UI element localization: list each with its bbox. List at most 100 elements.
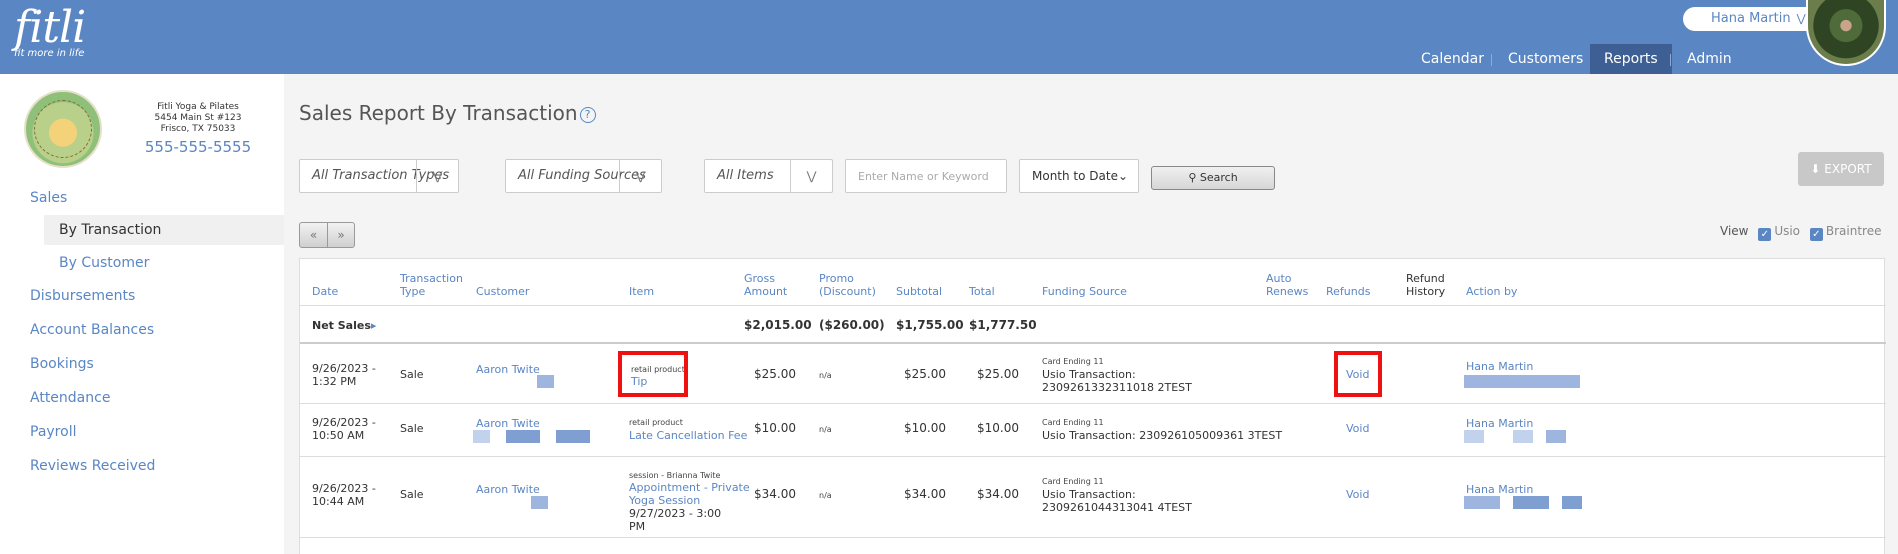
redacted-block <box>1562 496 1582 509</box>
pager: «» <box>299 222 355 248</box>
header-customer[interactable]: Customer <box>476 285 529 298</box>
sidebar-item-reviews[interactable]: Reviews Received <box>30 458 155 474</box>
header-auto-line1[interactable]: Auto <box>1266 272 1292 285</box>
header-gross-line2[interactable]: Amount <box>744 285 787 298</box>
chevron-down-icon: ⋁ <box>1796 12 1806 25</box>
sidebar-item-disbursements[interactable]: Disbursements <box>30 288 135 304</box>
redacted-block <box>537 375 554 388</box>
header-type-line2[interactable]: Type <box>400 285 425 298</box>
prev-page-button[interactable]: « <box>300 223 327 247</box>
header-item[interactable]: Item <box>629 285 654 298</box>
row-total: $34.00 <box>977 487 1019 501</box>
highlight-box <box>1334 351 1382 397</box>
void-button[interactable]: Void <box>1346 488 1369 501</box>
keyword-search-input[interactable] <box>845 159 1007 193</box>
row-customer-link[interactable]: Aaron Twite <box>476 483 540 496</box>
row-date-line1: 9/26/2023 - <box>312 416 376 429</box>
highlight-box <box>618 351 688 397</box>
row-card: Card Ending 11 <box>1042 477 1104 486</box>
row-customer-link[interactable]: Aaron Twite <box>476 417 540 430</box>
row-action-by-link[interactable]: Hana Martin <box>1466 360 1533 373</box>
sidebar-item-by-customer[interactable]: By Customer <box>44 248 284 278</box>
items-filter[interactable]: All Items ⋁ <box>704 159 833 193</box>
row-action-by-link[interactable]: Hana Martin <box>1466 417 1533 430</box>
export-button[interactable]: ⬇ EXPORT <box>1798 152 1884 186</box>
period-select[interactable]: Month to Date ⌄ <box>1019 159 1139 193</box>
studio-info: Fitli Yoga & Pilates 5454 Main St #123 F… <box>130 102 266 157</box>
view-toggle: View ✓ Usio ✓ Braintree <box>1720 224 1881 241</box>
row-funding-line2: 2309261332311018 2TEST <box>1042 381 1192 394</box>
row-item-line4: PM <box>629 520 646 533</box>
row-total: $10.00 <box>977 421 1019 435</box>
row-customer-link[interactable]: Aaron Twite <box>476 363 540 376</box>
row-item-line3: 9/27/2023 - 3:00 <box>629 507 722 520</box>
row-item-line2[interactable]: Yoga Session <box>629 494 700 507</box>
braintree-checkbox[interactable]: ✓ <box>1809 228 1823 241</box>
transaction-type-filter[interactable]: All Transaction Types ⋁ <box>299 159 459 193</box>
row-divider <box>300 537 1886 538</box>
funding-source-filter[interactable]: All Funding Sources ⋁ <box>505 159 662 193</box>
net-sales-label: Net Sales <box>312 319 371 332</box>
net-total: $1,777.50 <box>969 318 1037 332</box>
usio-label: Usio <box>1774 224 1801 238</box>
header-type-line1[interactable]: Transaction <box>400 272 463 285</box>
row-action-by-link[interactable]: Hana Martin <box>1466 483 1533 496</box>
row-promo: n/a <box>819 425 832 434</box>
next-page-button[interactable]: » <box>327 223 354 247</box>
nav-divider <box>1491 54 1492 66</box>
row-promo: n/a <box>819 371 832 380</box>
row-item-category: retail product <box>629 418 683 427</box>
search-button[interactable]: ⚲ Search <box>1151 166 1275 190</box>
search-label: Search <box>1199 171 1238 184</box>
studio-phone[interactable]: 555-555-5555 <box>130 137 266 157</box>
nav-calendar[interactable]: Calendar <box>1407 44 1498 74</box>
row-subtotal: $34.00 <box>904 487 946 501</box>
header-auto-line2[interactable]: Renews <box>1266 285 1308 298</box>
row-divider <box>300 403 1886 404</box>
row-type: Sale <box>400 422 424 435</box>
row-item-link[interactable]: Appointment - Private <box>629 481 750 494</box>
header-refunds[interactable]: Refunds <box>1326 285 1370 298</box>
row-funding-line2: 2309261044313041 4TEST <box>1042 501 1192 514</box>
nav-admin[interactable]: Admin <box>1673 44 1746 74</box>
sidebar-item-account-balances[interactable]: Account Balances <box>30 322 154 338</box>
download-icon: ⬇ <box>1810 162 1821 176</box>
sidebar-item-attendance[interactable]: Attendance <box>30 390 110 406</box>
header-date[interactable]: Date <box>312 285 338 298</box>
row-card: Card Ending 11 <box>1042 418 1104 427</box>
nav-customers[interactable]: Customers <box>1494 44 1597 74</box>
row-card: Card Ending 11 <box>1042 357 1104 366</box>
nav-divider <box>1670 54 1671 66</box>
sidebar-item-by-transaction[interactable]: By Transaction <box>44 215 284 245</box>
header-action-by[interactable]: Action by <box>1466 285 1517 298</box>
net-subtotal: $1,755.00 <box>896 318 964 332</box>
row-date-line1: 9/26/2023 - <box>312 482 376 495</box>
header-gross-line1[interactable]: Gross <box>744 272 775 285</box>
row-item-link[interactable]: Late Cancellation Fee <box>629 429 747 442</box>
redacted-block <box>1513 496 1549 509</box>
sidebar-item-sales[interactable]: Sales <box>30 190 67 206</box>
period-value: Month to Date <box>1032 169 1118 183</box>
header-total[interactable]: Total <box>969 285 995 298</box>
sidebar-item-bookings[interactable]: Bookings <box>30 356 94 372</box>
usio-checkbox[interactable]: ✓ <box>1758 228 1772 241</box>
nav-reports[interactable]: Reports <box>1590 44 1672 74</box>
void-button[interactable]: Void <box>1346 422 1369 435</box>
row-gross: $25.00 <box>754 367 796 381</box>
row-gross: $10.00 <box>754 421 796 435</box>
row-subtotal: $10.00 <box>904 421 946 435</box>
view-label: View <box>1720 224 1749 238</box>
row-gross: $34.00 <box>754 487 796 501</box>
header-subtotal[interactable]: Subtotal <box>896 285 942 298</box>
net-sales-toggle[interactable]: Net Sales▸ <box>312 319 376 332</box>
help-icon[interactable]: ? <box>579 107 596 123</box>
sidebar: Fitli Yoga & Pilates 5454 Main St #123 F… <box>0 74 284 554</box>
header-promo-line2[interactable]: (Discount) <box>819 285 876 298</box>
header-funding-source[interactable]: Funding Source <box>1042 285 1127 298</box>
header-promo-line1[interactable]: Promo <box>819 272 854 285</box>
export-label: EXPORT <box>1824 162 1872 176</box>
page-title-text: Sales Report By Transaction <box>299 101 578 125</box>
sidebar-item-payroll[interactable]: Payroll <box>30 424 76 440</box>
redacted-block <box>531 496 548 509</box>
row-date-line1: 9/26/2023 - <box>312 362 376 375</box>
